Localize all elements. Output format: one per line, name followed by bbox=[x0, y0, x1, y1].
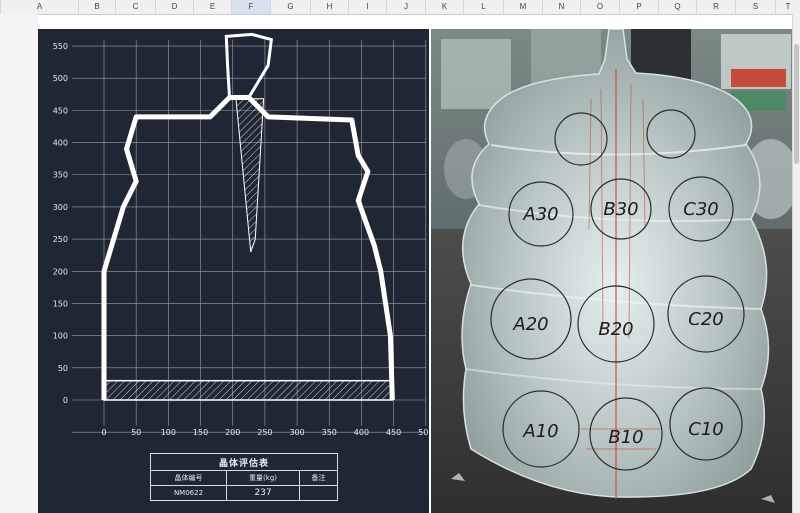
photo-marker-label: A10 bbox=[522, 421, 558, 442]
column-header-F[interactable]: F bbox=[231, 0, 270, 14]
column-header-M[interactable]: M bbox=[503, 0, 542, 14]
column-header-K[interactable]: K bbox=[425, 0, 463, 14]
cell-weight[interactable]: 237 bbox=[225, 485, 301, 501]
y-tick-label: 250 bbox=[53, 235, 68, 244]
x-tick-label: 200 bbox=[225, 428, 240, 437]
x-tick-label: 300 bbox=[289, 428, 304, 437]
table-title: 晶体评估表 bbox=[150, 453, 338, 471]
crystal-neck-outline bbox=[224, 32, 273, 99]
y-tick-label: 0 bbox=[63, 396, 68, 405]
x-tick-label: 450 bbox=[386, 428, 401, 437]
header-weight: 重量(kg) bbox=[225, 470, 301, 486]
photo-marker-label: C20 bbox=[688, 309, 723, 330]
crystal-outline-drawing: 5505004504003503002502001501005000 50 100 1… bbox=[53, 32, 429, 437]
x-tick-label: 150 bbox=[193, 428, 208, 437]
seed-cone bbox=[235, 98, 265, 253]
column-header-E[interactable]: E bbox=[193, 0, 231, 14]
photo-marker-label: C30 bbox=[683, 199, 718, 220]
y-tick-label: 500 bbox=[53, 74, 68, 83]
y-tick-label: 300 bbox=[53, 203, 68, 212]
crystal-boule-photo-image: C30 B30 A30 C20 B20 A20 C10 B10 A10 bbox=[431, 29, 792, 513]
column-header-bar: ABCDEFGHIJKLMNOPQRST bbox=[0, 0, 800, 15]
photo-marker-label: A20 bbox=[512, 314, 548, 335]
crystal-photo: C30 B30 A30 C20 B20 A20 C10 B10 A10 bbox=[431, 29, 792, 513]
column-header-C[interactable]: C bbox=[115, 0, 155, 14]
x-tick-label: 350 bbox=[322, 428, 337, 437]
cad-drawing-panel[interactable]: 550 500 450 400 350 300 250 200 150 100 50 0 0 50 100 1… bbox=[38, 29, 429, 513]
column-header-A[interactable]: A bbox=[0, 0, 78, 14]
photo-marker-label: B30 bbox=[603, 199, 638, 220]
scrollbar-thumb[interactable] bbox=[794, 44, 799, 164]
crystal-base-cut bbox=[103, 379, 394, 401]
x-tick-label: 50 bbox=[131, 428, 141, 437]
column-header-N[interactable]: N bbox=[542, 0, 580, 14]
y-tick-label: 400 bbox=[53, 139, 68, 148]
column-header-P[interactable]: P bbox=[619, 0, 658, 14]
cell-crystal-id[interactable]: NM0622 bbox=[150, 485, 227, 501]
column-header-H[interactable]: H bbox=[310, 0, 348, 14]
y-tick-label: 450 bbox=[53, 106, 68, 115]
photo-marker-label: A30 bbox=[522, 204, 558, 225]
column-header-O[interactable]: O bbox=[580, 0, 619, 14]
y-tick-label: 150 bbox=[53, 299, 68, 308]
y-tick-label: 550 bbox=[53, 42, 68, 51]
cell-remark[interactable] bbox=[299, 485, 338, 501]
column-header-T[interactable]: T bbox=[775, 0, 800, 14]
y-tick-label: 200 bbox=[53, 267, 68, 276]
x-tick-label: 0 bbox=[101, 428, 106, 437]
crystal-evaluation-table: 晶体评估表 晶体编号 重量(kg) 备注 NM0622 237 bbox=[150, 453, 338, 501]
photo-marker-label: B20 bbox=[598, 319, 633, 340]
column-header-I[interactable]: I bbox=[348, 0, 386, 14]
y-tick-label: 100 bbox=[53, 332, 68, 341]
photo-marker-label: C10 bbox=[688, 419, 723, 440]
row-header-gutter bbox=[0, 14, 38, 513]
column-header-S[interactable]: S bbox=[735, 0, 775, 14]
column-header-J[interactable]: J bbox=[386, 0, 425, 14]
y-tick-label: 50 bbox=[58, 364, 68, 373]
header-remark: 备注 bbox=[299, 470, 338, 486]
x-tick-label: 100 bbox=[161, 428, 176, 437]
column-header-G[interactable]: G bbox=[270, 0, 310, 14]
column-header-L[interactable]: L bbox=[463, 0, 503, 14]
column-header-R[interactable]: R bbox=[696, 0, 735, 14]
column-header-Q[interactable]: Q bbox=[658, 0, 696, 14]
photo-marker-label: B10 bbox=[608, 427, 643, 448]
x-tick-label: 500 bbox=[418, 428, 429, 437]
column-header-B[interactable]: B bbox=[78, 0, 115, 14]
y-tick-label: 350 bbox=[53, 171, 68, 180]
column-header-D[interactable]: D bbox=[155, 0, 193, 14]
x-tick-label: 250 bbox=[257, 428, 272, 437]
header-crystal-id: 晶体编号 bbox=[150, 470, 227, 486]
vertical-scrollbar[interactable] bbox=[792, 14, 800, 513]
x-tick-label: 400 bbox=[354, 428, 369, 437]
